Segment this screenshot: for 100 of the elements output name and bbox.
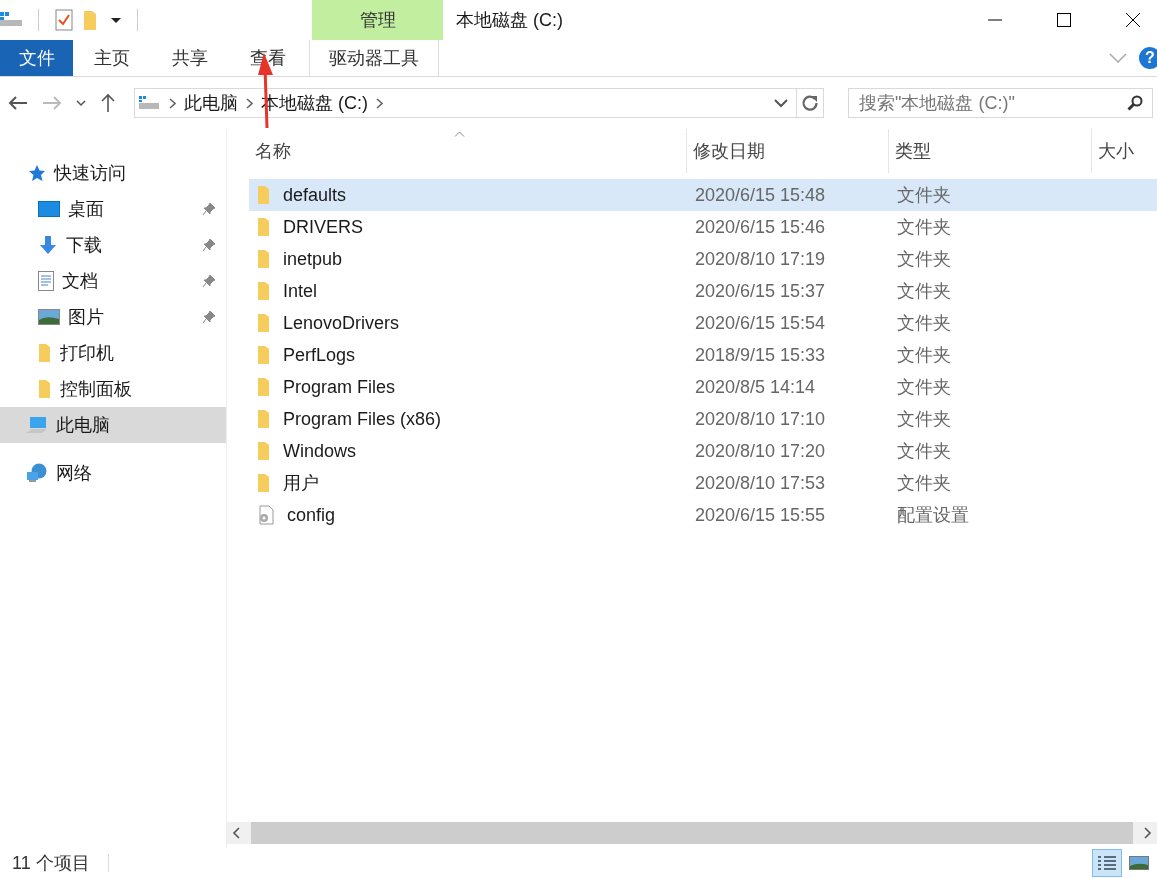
file-row[interactable]: Windows 2020/8/10 17:20 文件夹 — [249, 435, 1157, 467]
modified-date: 2020/8/10 17:53 — [695, 472, 826, 494]
properties-icon[interactable] — [55, 9, 73, 31]
dropdown-icon[interactable] — [111, 17, 121, 23]
pin-icon[interactable] — [202, 274, 216, 288]
file-row[interactable]: 用户 2020/8/10 17:53 文件夹 — [249, 467, 1157, 499]
file-name: PerfLogs — [283, 344, 356, 366]
file-name: defaults — [283, 184, 347, 206]
file-name: LenovoDrivers — [283, 312, 400, 334]
landscape-icon — [1128, 854, 1150, 872]
file-type: 文件夹 — [897, 280, 951, 303]
nav-item[interactable]: 图片 — [0, 299, 226, 335]
search-field[interactable]: 搜索"本地磁盘 (C:)" — [848, 88, 1153, 118]
file-row[interactable]: Intel 2020/6/15 15:37 文件夹 — [249, 275, 1157, 307]
horizontal-scrollbar[interactable] — [227, 822, 1157, 844]
file-type: 文件夹 — [897, 472, 951, 495]
pin-icon[interactable] — [202, 310, 216, 324]
file-row[interactable]: DRIVERS 2020/6/15 15:46 文件夹 — [249, 211, 1157, 243]
details-view-button[interactable] — [1093, 850, 1121, 876]
folder-icon — [257, 473, 271, 493]
nav-item[interactable]: 此电脑 — [0, 407, 226, 443]
modified-date: 2020/8/10 17:20 — [695, 440, 826, 462]
file-row[interactable]: LenovoDrivers 2020/6/15 15:54 文件夹 — [249, 307, 1157, 339]
details-list-icon — [1096, 854, 1118, 872]
file-tab[interactable]: 文件 — [0, 40, 73, 76]
file-name: Program Files (x86) — [283, 408, 442, 430]
modified-date: 2020/8/10 17:19 — [695, 248, 826, 270]
file-type: 文件夹 — [897, 312, 951, 335]
file-name: Windows — [283, 440, 357, 462]
ribbon-tab[interactable]: 驱动器工具 — [309, 40, 439, 76]
file-type: 文件夹 — [897, 216, 951, 239]
file-row[interactable]: PerfLogs 2018/9/15 15:33 文件夹 — [249, 339, 1157, 371]
chevron-right-icon[interactable] — [169, 97, 176, 109]
modified-date: 2020/8/10 17:10 — [695, 408, 826, 430]
modified-date: 2020/6/15 15:46 — [695, 216, 826, 238]
folder-icon — [257, 281, 271, 301]
maximize-icon[interactable] — [1056, 12, 1072, 28]
file-name: Program Files — [283, 376, 396, 398]
file-name: DRIVERS — [283, 216, 363, 238]
nav-item[interactable]: 打印机 — [0, 335, 226, 371]
column-header[interactable]: 名称 — [249, 129, 687, 173]
file-row[interactable]: config 2020/6/15 15:55 配置设置 — [249, 499, 1157, 531]
file-type: 文件夹 — [897, 376, 951, 399]
search-icon[interactable] — [1127, 95, 1143, 111]
column-header[interactable]: 大小 — [1092, 129, 1157, 173]
file-type: 文件夹 — [897, 408, 951, 431]
nav-item[interactable]: 控制面板 — [0, 371, 226, 407]
close-icon[interactable] — [1125, 12, 1141, 28]
desktop-icon — [38, 201, 60, 217]
file-row[interactable]: inetpub 2020/8/10 17:19 文件夹 — [249, 243, 1157, 275]
help-icon[interactable]: ? — [1139, 47, 1157, 69]
folder-icon — [257, 377, 271, 397]
drive-icon[interactable] — [0, 12, 22, 28]
drive-icon — [139, 95, 161, 111]
modified-date: 2020/6/15 15:48 — [695, 184, 826, 206]
computer-icon — [26, 416, 48, 434]
folder-icon — [257, 441, 271, 461]
document-icon — [38, 271, 54, 291]
chevron-right-icon[interactable] — [376, 97, 383, 109]
chevron-down-icon[interactable] — [76, 99, 86, 107]
file-row[interactable]: Program Files (x86) 2020/8/10 17:10 文件夹 — [249, 403, 1157, 435]
image-icon — [38, 309, 60, 325]
file-name: config — [287, 504, 336, 526]
breadcrumb[interactable]: 此电脑 — [184, 91, 238, 115]
file-row[interactable]: defaults 2020/6/15 15:48 文件夹 — [249, 179, 1157, 211]
nav-item[interactable]: 桌面 — [0, 191, 226, 227]
scroll-right-icon[interactable] — [1141, 827, 1153, 839]
file-type: 文件夹 — [897, 248, 951, 271]
pin-icon[interactable] — [202, 202, 216, 216]
modified-date: 2020/8/5 14:14 — [695, 376, 816, 398]
folder-icon — [38, 343, 52, 363]
file-name: inetpub — [283, 248, 343, 270]
chevron-right-icon[interactable] — [246, 97, 253, 109]
nav-item[interactable]: 下载 — [0, 227, 226, 263]
folder-icon — [257, 409, 271, 429]
column-header[interactable]: 类型 — [889, 129, 1092, 173]
pin-icon[interactable] — [202, 238, 216, 252]
file-type: 文件夹 — [897, 440, 951, 463]
back-icon[interactable] — [8, 95, 28, 111]
folder-icon — [257, 185, 271, 205]
folder-icon — [257, 217, 271, 237]
modified-date: 2020/6/15 15:37 — [695, 280, 826, 302]
settings-file-icon — [257, 505, 275, 525]
folder-icon — [38, 379, 52, 399]
item-count: 11 个项目 — [12, 852, 90, 875]
file-name: 用户 — [283, 472, 319, 495]
window-title: 本地磁盘 (C:) — [456, 9, 564, 32]
folder-icon — [257, 313, 271, 333]
folder-icon — [257, 249, 271, 269]
file-name: Intel — [283, 280, 318, 302]
nav-item[interactable]: 网络 — [0, 455, 226, 491]
file-row[interactable]: Program Files 2020/8/5 14:14 文件夹 — [249, 371, 1157, 403]
up-icon[interactable] — [100, 93, 116, 113]
scroll-left-icon[interactable] — [231, 827, 243, 839]
file-type: 文件夹 — [897, 344, 951, 367]
nav-item[interactable]: 文档 — [0, 263, 226, 299]
chevron-down-icon[interactable] — [774, 98, 788, 108]
nav-item[interactable]: 快速访问 — [0, 155, 226, 191]
column-header[interactable]: 修改日期 — [687, 129, 889, 173]
context-tab-header: 管理 — [312, 0, 443, 40]
